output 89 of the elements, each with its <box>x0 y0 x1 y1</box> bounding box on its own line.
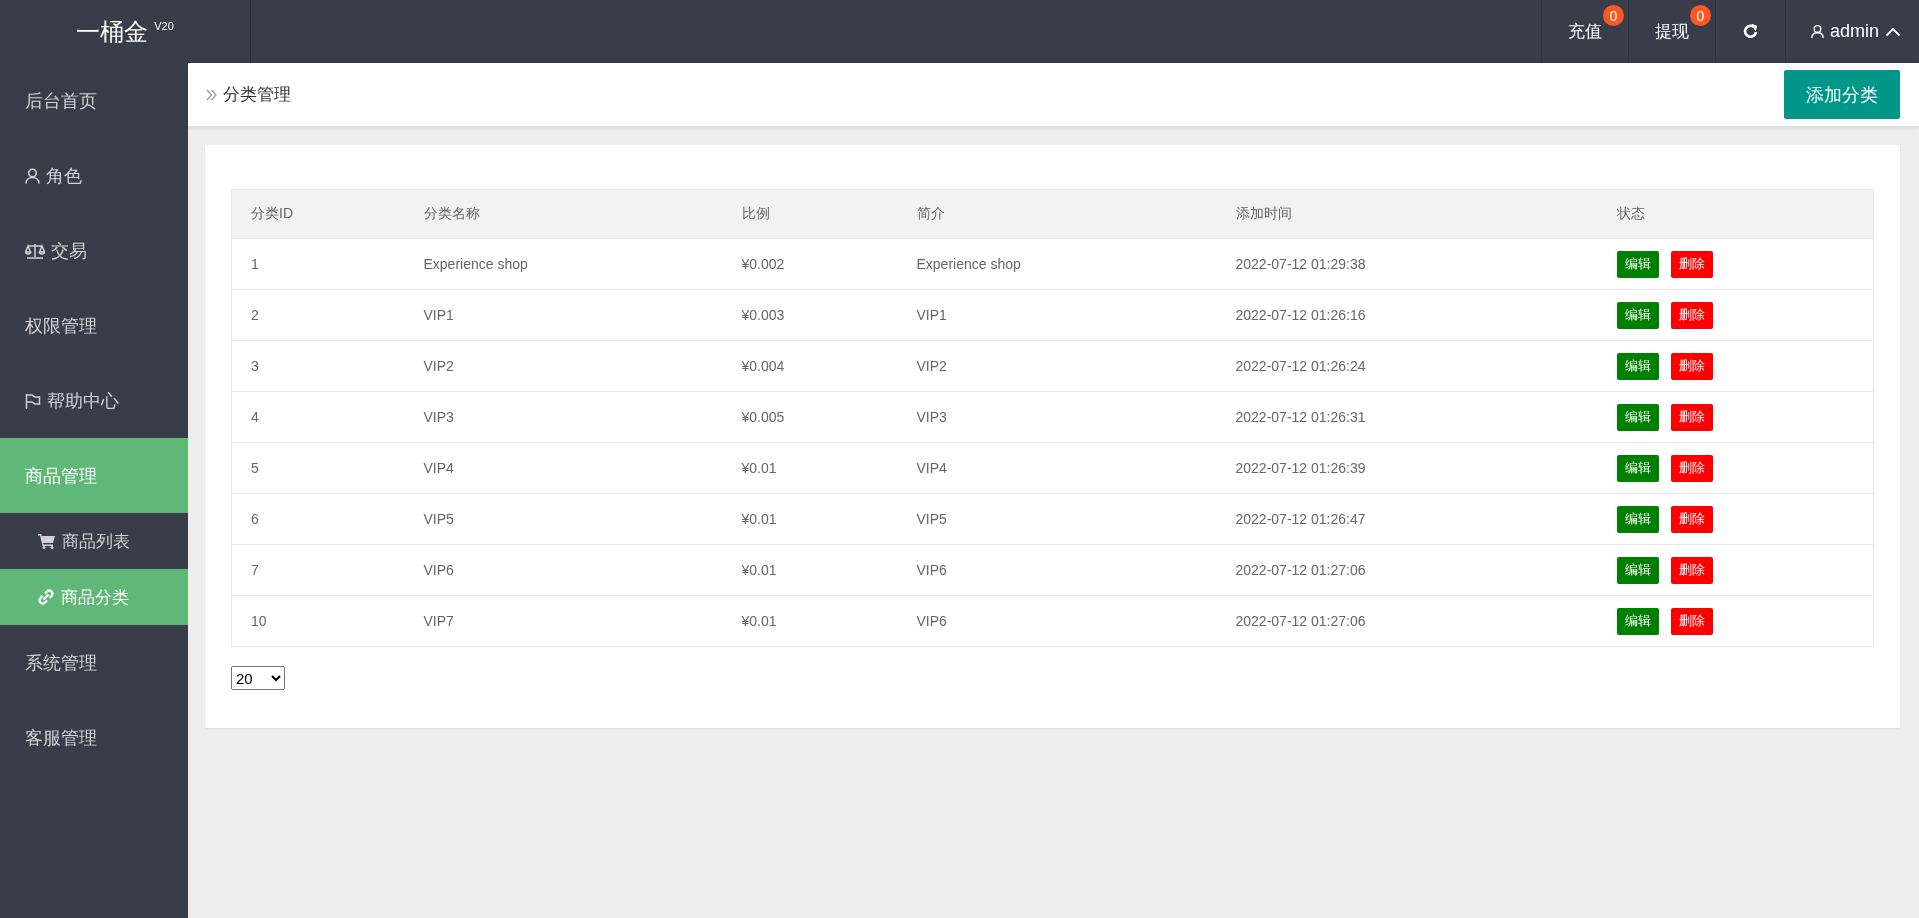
edit-button[interactable]: 编辑 <box>1616 607 1659 635</box>
column-header: 分类名称 <box>404 189 723 239</box>
table-cell: 2022-07-12 01:26:39 <box>1216 442 1598 494</box>
table-cell: 2022-07-12 01:26:24 <box>1216 340 1598 392</box>
table-cell: 7 <box>231 544 405 596</box>
table-cell: ¥0.01 <box>722 595 898 647</box>
header-link[interactable]: 提现 <box>1654 20 1689 43</box>
edit-button[interactable]: 编辑 <box>1616 250 1659 278</box>
edit-button[interactable]: 编辑 <box>1616 301 1659 329</box>
table-cell: VIP1 <box>897 289 1217 341</box>
table-cell: Experience shop <box>404 238 723 290</box>
page-size-select[interactable]: 20 <box>231 666 285 690</box>
add-category-button[interactable]: 添加分类 <box>1784 70 1900 119</box>
link-icon <box>38 589 54 605</box>
logo-text: 一桶金 <box>76 16 149 47</box>
table-cell: VIP5 <box>404 493 723 545</box>
table-cell: 5 <box>231 442 405 494</box>
column-header: 添加时间 <box>1216 189 1598 239</box>
user-icon <box>1810 24 1824 39</box>
column-header: 简介 <box>897 189 1217 239</box>
sidebar-item[interactable]: 后台首页 <box>0 63 188 138</box>
table-cell: VIP1 <box>404 289 723 341</box>
delete-button[interactable]: 删除 <box>1670 352 1713 380</box>
delete-button[interactable]: 删除 <box>1670 607 1713 635</box>
table-cell: 2022-07-12 01:27:06 <box>1216 544 1598 596</box>
scale-icon <box>25 242 45 259</box>
breadcrumb-text: 分类管理 <box>223 84 291 106</box>
table-cell: VIP6 <box>404 544 723 596</box>
username[interactable]: admin <box>1829 21 1879 42</box>
table-cell: ¥0.004 <box>722 340 898 392</box>
double-chevron-icon <box>206 88 217 101</box>
table-cell: ¥0.01 <box>722 493 898 545</box>
table-cell: ¥0.01 <box>722 442 898 494</box>
delete-button[interactable]: 删除 <box>1670 250 1713 278</box>
column-header: 比例 <box>722 189 898 239</box>
table-cell: 4 <box>231 391 405 443</box>
column-header: 状态 <box>1597 189 1874 239</box>
edit-button[interactable]: 编辑 <box>1616 403 1659 431</box>
table-cell: ¥0.002 <box>722 238 898 290</box>
delete-button[interactable]: 删除 <box>1670 301 1713 329</box>
table-cell: VIP3 <box>404 391 723 443</box>
table-cell: 2022-07-12 01:26:31 <box>1216 391 1598 443</box>
sidebar-item[interactable]: 权限管理 <box>0 288 188 363</box>
table-cell: VIP5 <box>897 493 1217 545</box>
table-cell: 3 <box>231 340 405 392</box>
delete-button[interactable]: 删除 <box>1670 505 1713 533</box>
count-badge: 0 <box>1689 5 1711 26</box>
table-cell: 2022-07-12 01:29:38 <box>1216 238 1598 290</box>
sidebar-item[interactable]: 系统管理 <box>0 625 188 700</box>
sidebar-item[interactable]: 交易 <box>0 213 188 288</box>
edit-button[interactable]: 编辑 <box>1616 505 1659 533</box>
table-cell: 6 <box>231 493 405 545</box>
table-cell: VIP2 <box>897 340 1217 392</box>
header-link[interactable]: 充值 <box>1567 20 1602 43</box>
table-cell: VIP6 <box>897 544 1217 596</box>
table-cell: VIP3 <box>897 391 1217 443</box>
edit-button[interactable]: 编辑 <box>1616 352 1659 380</box>
edit-button[interactable]: 编辑 <box>1616 556 1659 584</box>
column-header: 分类ID <box>231 189 405 239</box>
table-cell: 2 <box>231 289 405 341</box>
table-cell: 10 <box>231 595 405 647</box>
table-cell: 1 <box>231 238 405 290</box>
table-cell: ¥0.01 <box>722 544 898 596</box>
delete-button[interactable]: 删除 <box>1670 454 1713 482</box>
table-cell: 2022-07-12 01:26:16 <box>1216 289 1598 341</box>
edit-button[interactable]: 编辑 <box>1616 454 1659 482</box>
table-cell: VIP6 <box>897 595 1217 647</box>
count-badge: 0 <box>1602 5 1624 26</box>
table-cell: VIP2 <box>404 340 723 392</box>
refresh-icon[interactable] <box>1741 23 1759 40</box>
user-icon <box>25 167 40 184</box>
table-cell: ¥0.005 <box>722 391 898 443</box>
table-cell: VIP4 <box>897 442 1217 494</box>
cart-icon <box>38 533 55 549</box>
delete-button[interactable]: 删除 <box>1670 556 1713 584</box>
caret-icon[interactable] <box>1885 26 1901 37</box>
table-cell: 2022-07-12 01:26:47 <box>1216 493 1598 545</box>
table-cell: VIP4 <box>404 442 723 494</box>
table-cell: ¥0.003 <box>722 289 898 341</box>
delete-button[interactable]: 删除 <box>1670 403 1713 431</box>
sidebar-item[interactable]: 帮助中心 <box>0 363 188 438</box>
table-cell: 2022-07-12 01:27:06 <box>1216 595 1598 647</box>
sidebar-subitem[interactable]: 商品列表 <box>0 513 188 569</box>
sidebar-item[interactable]: 客服管理 <box>0 700 188 775</box>
version-label: V20 <box>154 20 174 32</box>
sidebar-item[interactable]: 角色 <box>0 138 188 213</box>
flag-icon <box>25 392 41 409</box>
table-cell: Experience shop <box>897 238 1217 290</box>
table-cell: VIP7 <box>404 595 723 647</box>
